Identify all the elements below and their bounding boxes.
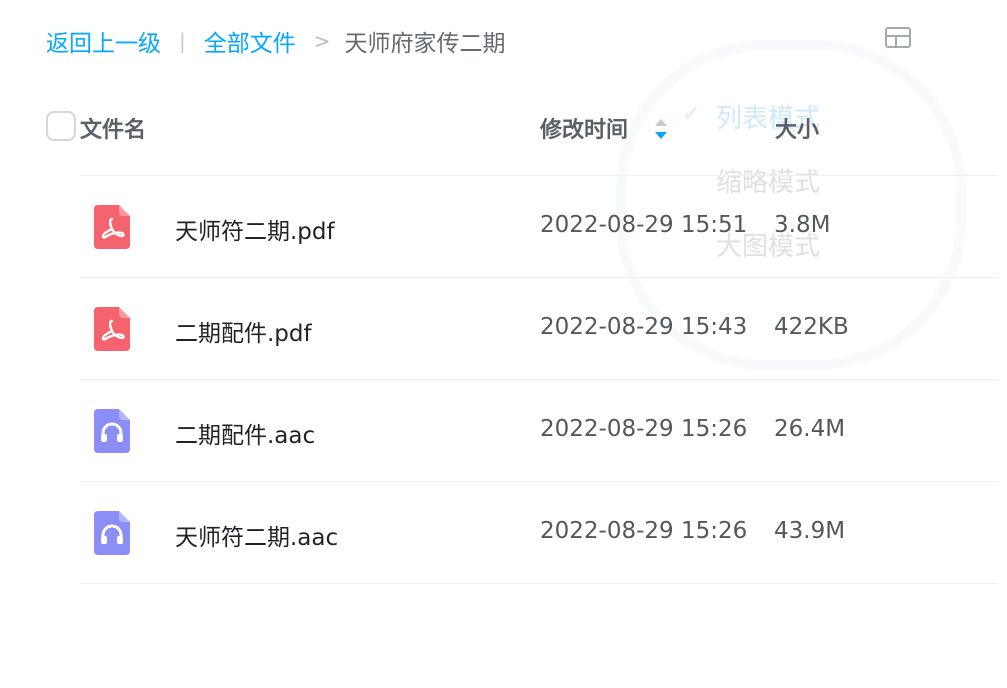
breadcrumb: 返回上一级 | 全部文件 > 天师府家传二期 <box>46 24 506 58</box>
breadcrumb-separator: | <box>179 29 186 53</box>
file-size: 26.4M <box>774 416 846 442</box>
grid-layout-icon <box>885 27 911 48</box>
file-name[interactable]: 二期配件.aac <box>175 416 315 450</box>
file-size: 43.9M <box>774 518 846 544</box>
file-size: 3.8M <box>774 212 831 238</box>
file-name[interactable]: 天师符二期.pdf <box>175 212 335 246</box>
audio-file-icon <box>94 511 130 555</box>
file-modified-time: 2022-08-29 15:51 <box>540 212 748 238</box>
column-header-name[interactable]: 文件名 <box>80 112 146 144</box>
sort-icon[interactable] <box>652 116 670 142</box>
table-header: 文件名 修改时间 大小 <box>0 104 1007 152</box>
current-folder: 天师府家传二期 <box>344 31 506 57</box>
file-modified-time: 2022-08-29 15:26 <box>540 518 748 544</box>
table-row[interactable]: 天师符二期.pdf 2022-08-29 15:51 3.8M <box>80 175 998 277</box>
file-list: 天师符二期.pdf 2022-08-29 15:51 3.8M 二期配件.pdf… <box>80 175 998 584</box>
pdf-file-icon <box>94 205 130 249</box>
table-row[interactable]: 天师符二期.aac 2022-08-29 15:26 43.9M <box>80 481 998 584</box>
audio-file-icon <box>94 409 130 453</box>
file-modified-time: 2022-08-29 15:43 <box>540 314 748 340</box>
file-size: 422KB <box>774 314 849 340</box>
table-row[interactable]: 二期配件.aac 2022-08-29 15:26 26.4M <box>80 379 998 481</box>
column-header-modified-time[interactable]: 修改时间 <box>540 112 628 144</box>
column-header-size[interactable]: 大小 <box>775 112 819 144</box>
table-row[interactable]: 二期配件.pdf 2022-08-29 15:43 422KB <box>80 277 998 379</box>
file-name[interactable]: 天师符二期.aac <box>175 518 338 552</box>
breadcrumb-arrow: > <box>313 29 331 53</box>
all-files-link[interactable]: 全部文件 <box>204 24 296 58</box>
file-name[interactable]: 二期配件.pdf <box>175 314 312 348</box>
select-all-checkbox[interactable] <box>46 111 76 141</box>
pdf-file-icon <box>94 307 130 351</box>
back-link[interactable]: 返回上一级 <box>46 24 161 58</box>
file-modified-time: 2022-08-29 15:26 <box>540 416 748 442</box>
view-toggle-button[interactable] <box>884 26 912 50</box>
